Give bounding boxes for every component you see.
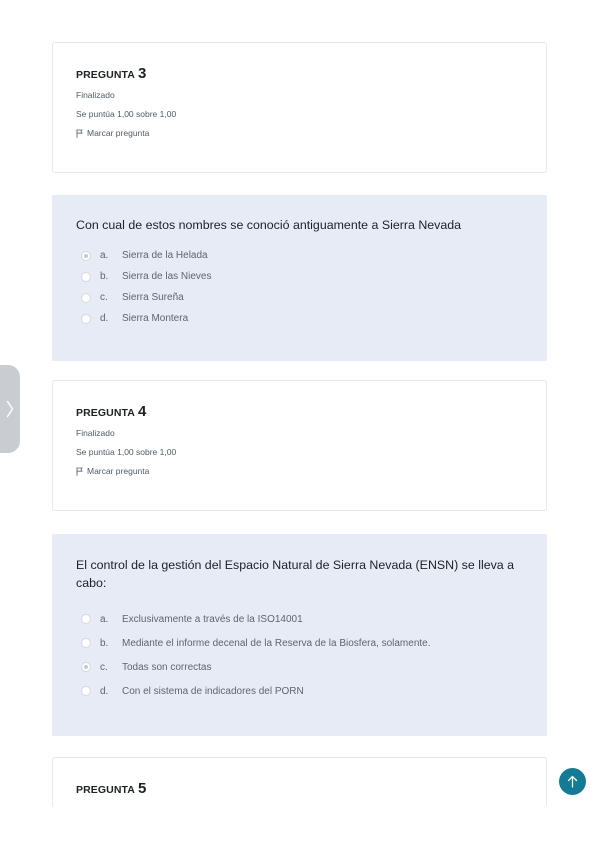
flag-label: Marcar pregunta: [87, 466, 150, 476]
answer-option-a[interactable]: a. Exclusivamente a través de la ISO1400…: [76, 607, 523, 631]
answer-text: Sierra Montera: [122, 313, 189, 324]
question-label: PREGUNTA: [76, 407, 135, 419]
answer-text: Sierra de la Helada: [122, 250, 208, 261]
flag-question-link[interactable]: Marcar pregunta: [76, 128, 523, 138]
answer-letter: a.: [100, 250, 109, 261]
question-status: Finalizado: [76, 428, 115, 438]
answer-letter: a.: [100, 613, 109, 625]
answer-option-a[interactable]: a. Sierra de la Helada: [76, 245, 523, 266]
flag-label: Marcar pregunta: [87, 128, 150, 138]
answer-option-c[interactable]: c. Todas son correctas: [76, 655, 523, 679]
answer-letter: b.: [100, 637, 109, 649]
flag-question-link[interactable]: Marcar pregunta: [76, 466, 523, 476]
radio[interactable]: [81, 271, 91, 282]
flag-icon: [76, 467, 83, 476]
question-score: Se puntúa 1,00 sobre 1,00: [76, 447, 177, 457]
answer-option-b[interactable]: b. Mediante el informe decenal de la Res…: [76, 631, 523, 655]
answer-option-d[interactable]: d. Con el sistema de indicadores del POR…: [76, 679, 523, 703]
question-label: PREGUNTA: [76, 784, 135, 796]
question-3-info: PREGUNTA 3 Finalizado Se puntúa 1,00 sob…: [52, 42, 547, 173]
answer-option-c[interactable]: c. Sierra Sureña: [76, 287, 523, 308]
question-3-title: PREGUNTA 3: [76, 65, 523, 82]
answer-text: Exclusivamente a través de la ISO14001: [122, 613, 303, 625]
radio[interactable]: [81, 686, 91, 696]
radio[interactable]: [81, 614, 91, 624]
radio-selected[interactable]: [81, 662, 91, 672]
radio[interactable]: [81, 313, 91, 324]
radio[interactable]: [81, 292, 91, 303]
answer-list: a. Exclusivamente a través de la ISO1400…: [76, 607, 523, 703]
question-label: PREGUNTA: [76, 69, 135, 81]
flag-icon: [76, 129, 83, 138]
chevron-right-icon: [6, 400, 14, 418]
question-number: 5: [137, 780, 147, 797]
arrow-up-icon: [567, 775, 578, 788]
back-to-top-button[interactable]: [559, 768, 586, 795]
answer-text: Sierra Sureña: [122, 292, 184, 303]
question-5-info: PREGUNTA 5: [52, 757, 547, 807]
question-4-title: PREGUNTA 4: [76, 403, 523, 420]
answer-text: Mediante el informe decenal de la Reserv…: [122, 637, 431, 649]
answer-letter: d.: [100, 685, 109, 697]
answer-letter: d.: [100, 313, 109, 324]
answer-option-d[interactable]: d. Sierra Montera: [76, 308, 523, 329]
radio[interactable]: [81, 638, 91, 648]
answer-text: Sierra de las Nieves: [122, 271, 212, 282]
answer-letter: c.: [100, 661, 108, 673]
question-status: Finalizado: [76, 90, 115, 100]
radio-selected[interactable]: [81, 250, 91, 261]
answer-text: Todas son correctas: [122, 661, 212, 673]
question-5-title: PREGUNTA 5: [76, 780, 523, 797]
question-3-content: Con cual de estos nombres se conoció ant…: [52, 195, 547, 361]
answer-list: a. Sierra de la Helada b. Sierra de las …: [76, 245, 523, 329]
answer-text: Con el sistema de indicadores del PORN: [122, 685, 304, 697]
question-text: Con cual de estos nombres se conoció ant…: [76, 218, 462, 232]
answer-letter: b.: [100, 271, 109, 282]
answer-option-b[interactable]: b. Sierra de las Nieves: [76, 266, 523, 287]
question-4-content: El control de la gestión del Espacio Nat…: [52, 534, 547, 736]
question-4-info: PREGUNTA 4 Finalizado Se puntúa 1,00 sob…: [52, 380, 547, 511]
question-number: 3: [137, 65, 147, 82]
question-score: Se puntúa 1,00 sobre 1,00: [76, 109, 177, 119]
drawer-toggle[interactable]: [0, 365, 20, 453]
question-text: El control de la gestión del Espacio Nat…: [76, 558, 515, 590]
answer-letter: c.: [100, 292, 108, 303]
question-number: 4: [137, 403, 147, 420]
